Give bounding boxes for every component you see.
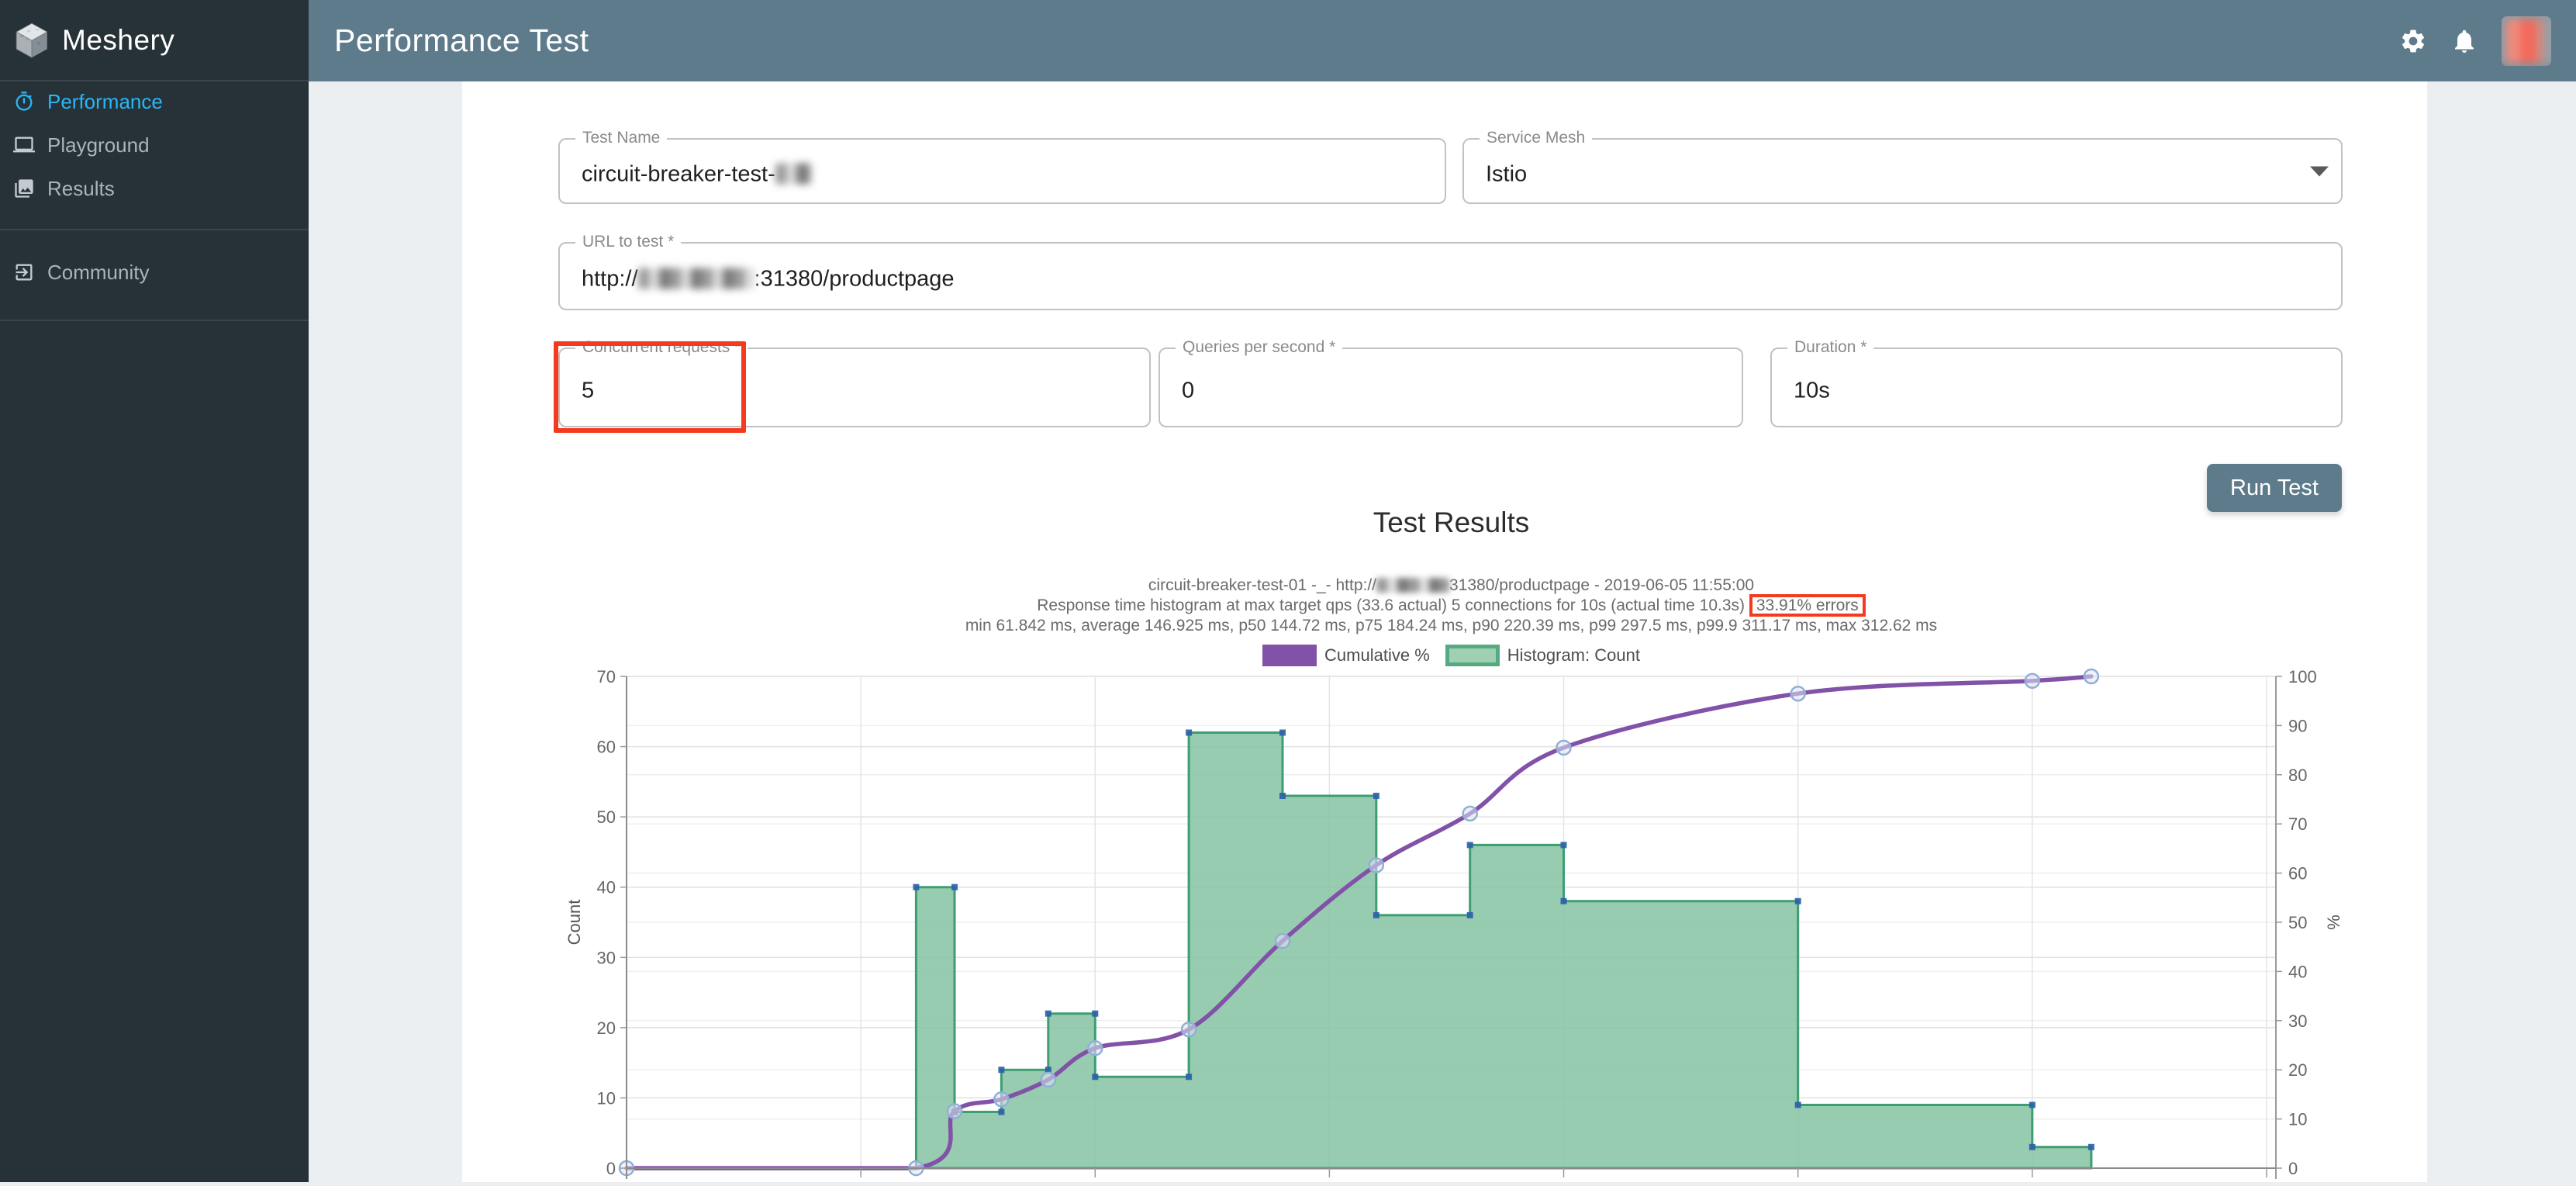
- legend-histogram[interactable]: Histogram: Count: [1445, 645, 1640, 666]
- duration-input[interactable]: 10s: [1794, 378, 1830, 403]
- legend-cumulative[interactable]: Cumulative %: [1262, 645, 1430, 666]
- qps-field[interactable]: Queries per second * 0: [1159, 348, 1743, 427]
- exit-icon: [13, 261, 35, 283]
- timer-icon: [13, 91, 35, 112]
- concurrent-requests-label: Concurrent requests *: [575, 338, 748, 357]
- svg-text:Count: Count: [565, 900, 584, 946]
- sidebar-item-label: Results: [47, 177, 115, 201]
- svg-text:%: %: [2324, 915, 2343, 930]
- url-label: URL to test *: [575, 233, 681, 251]
- qps-input[interactable]: 0: [1182, 378, 1194, 403]
- sidebar-item-playground[interactable]: Playground: [0, 123, 309, 167]
- sidebar-item-results[interactable]: Results: [0, 167, 309, 210]
- results-icon: [13, 178, 35, 199]
- blurred-text: [1376, 578, 1449, 593]
- duration-label: Duration *: [1787, 338, 1873, 357]
- blurred-text: [775, 163, 811, 184]
- run-test-button[interactable]: Run Test: [2207, 464, 2342, 512]
- laptop-icon: [13, 134, 35, 156]
- results-line2: Response time histogram at max target qp…: [627, 594, 2276, 617]
- test-name-input[interactable]: circuit-breaker-test-: [582, 161, 811, 187]
- header-actions: [2399, 0, 2551, 81]
- svg-text:60: 60: [597, 738, 616, 757]
- sidebar-item-label: Playground: [47, 133, 150, 157]
- meshery-logo-icon: [12, 21, 51, 60]
- svg-text:0: 0: [606, 1159, 616, 1178]
- legend-swatch-green: [1445, 645, 1500, 666]
- svg-text:90: 90: [2288, 716, 2307, 735]
- results-summary: circuit-breaker-test-01 -_- http://31380…: [627, 576, 2276, 634]
- chart-canvas: 0 10 20 30 40 50 60 70 0 10 20 30 40 50 60 70 80 90 100 Cou…: [543, 667, 2481, 1182]
- svg-text:80: 80: [2288, 766, 2307, 785]
- performance-test-card: Test Name circuit-breaker-test- Service …: [462, 81, 2427, 1182]
- svg-text:20: 20: [2288, 1060, 2307, 1080]
- concurrent-requests-input[interactable]: 5: [582, 378, 594, 403]
- results-line3: min 61.842 ms, average 146.925 ms, p50 1…: [627, 617, 2276, 634]
- qps-label: Queries per second *: [1176, 338, 1342, 357]
- concurrent-requests-field[interactable]: Concurrent requests * 5: [558, 348, 1151, 427]
- svg-text:30: 30: [2288, 1011, 2307, 1031]
- test-name-field[interactable]: Test Name circuit-breaker-test-: [558, 138, 1446, 204]
- error-rate-annotation: 33.91% errors: [1749, 594, 1866, 617]
- test-name-label: Test Name: [575, 129, 667, 147]
- svg-text:30: 30: [597, 948, 616, 967]
- chevron-down-icon[interactable]: [2310, 166, 2329, 176]
- svg-text:40: 40: [597, 878, 616, 897]
- service-mesh-select[interactable]: Istio: [1486, 161, 1527, 187]
- svg-text:10: 10: [2288, 1110, 2307, 1129]
- chart-legend: Cumulative % Histogram: Count: [627, 645, 2276, 666]
- svg-text:50: 50: [597, 807, 616, 827]
- url-input[interactable]: http://:31380/productpage: [582, 266, 955, 292]
- brand[interactable]: Meshery: [0, 0, 309, 80]
- svg-text:60: 60: [2288, 864, 2307, 883]
- response-time-chart: 0 10 20 30 40 50 60 70 0 10 20 30 40 50 60 70 80 90 100 Cou…: [543, 667, 2481, 1182]
- service-mesh-label: Service Mesh: [1480, 129, 1592, 147]
- sidebar-item-label: Performance: [47, 90, 163, 114]
- svg-text:10: 10: [597, 1088, 616, 1108]
- brand-name: Meshery: [62, 24, 174, 57]
- results-line1: circuit-breaker-test-01 -_- http://31380…: [627, 576, 2276, 594]
- sidebar-item-performance[interactable]: Performance: [0, 80, 309, 123]
- avatar-blurred-image: [2502, 16, 2551, 66]
- service-mesh-field[interactable]: Service Mesh Istio: [1462, 138, 2343, 204]
- svg-text:70: 70: [597, 667, 616, 686]
- sidebar-item-community[interactable]: Community: [0, 251, 309, 294]
- url-field[interactable]: URL to test * http://:31380/productpage: [558, 242, 2343, 310]
- svg-text:0: 0: [2288, 1159, 2298, 1178]
- svg-text:50: 50: [2288, 913, 2307, 932]
- sidebar-divider: [0, 320, 309, 321]
- sidebar: Meshery Performance Playground Results C…: [0, 0, 309, 1182]
- legend-swatch-purple: [1262, 645, 1317, 666]
- blurred-text: [638, 268, 754, 289]
- svg-text:40: 40: [2288, 962, 2307, 981]
- svg-text:20: 20: [597, 1018, 616, 1038]
- gear-icon[interactable]: [2399, 27, 2427, 55]
- svg-text:100: 100: [2288, 667, 2317, 686]
- svg-text:70: 70: [2288, 814, 2307, 834]
- results-title: Test Results: [627, 507, 2276, 539]
- sidebar-item-label: Community: [47, 261, 149, 285]
- sidebar-divider: [0, 229, 309, 230]
- avatar[interactable]: [2502, 16, 2551, 66]
- bell-icon[interactable]: [2450, 27, 2478, 55]
- app-header: Performance Test: [309, 0, 2576, 81]
- page-title: Performance Test: [334, 22, 589, 59]
- duration-field[interactable]: Duration * 10s: [1770, 348, 2343, 427]
